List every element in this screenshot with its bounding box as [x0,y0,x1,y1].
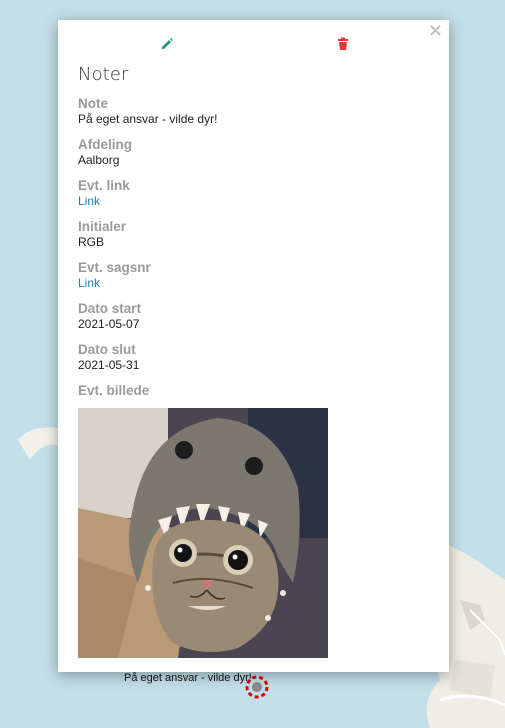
field-sagsnr: Evt. sagsnr Link [78,260,428,301]
map-marker-icon[interactable] [244,674,270,700]
close-icon[interactable]: × [428,22,443,40]
field-label: Dato start [78,301,142,316]
trash-icon[interactable] [336,37,350,51]
field-value: Aalborg [78,153,120,167]
field-initialer: Initialer RGB [78,219,428,260]
pencil-icon[interactable] [160,37,174,51]
field-value: På eget ansvar - vilde dyr! [78,112,218,126]
field-billede: Evt. billede [78,383,149,398]
evt-link[interactable]: Link [78,193,428,209]
sagsnr-link[interactable]: Link [78,275,428,291]
notes-popup: × Noter Note På eget ansvar - vilde dyr!… [58,20,449,672]
field-afdeling: Afdeling Aalborg [78,137,428,178]
field-label: Evt. sagsnr [78,260,151,275]
marker-label: På eget ansvar - vilde dyr! [124,672,252,684]
popup-title: Noter [78,64,129,85]
field-value: 2021-05-31 [78,358,140,372]
field-label: Evt. link [78,178,130,193]
field-note: Note På eget ansvar - vilde dyr! [78,96,428,137]
field-value: RGB [78,235,105,249]
field-label: Dato slut [78,342,136,357]
field-label: Note [78,96,108,111]
field-value: 2021-05-07 [78,317,140,331]
field-dato-start: Dato start 2021-05-07 [78,301,428,342]
cat-photo [78,408,328,658]
field-link: Evt. link Link [78,178,428,219]
field-dato-slut: Dato slut 2021-05-31 [78,342,428,383]
field-label: Initialer [78,219,127,234]
field-list: Note På eget ansvar - vilde dyr! Afdelin… [78,96,428,383]
field-label: Evt. billede [78,383,150,398]
field-label: Afdeling [78,137,132,152]
